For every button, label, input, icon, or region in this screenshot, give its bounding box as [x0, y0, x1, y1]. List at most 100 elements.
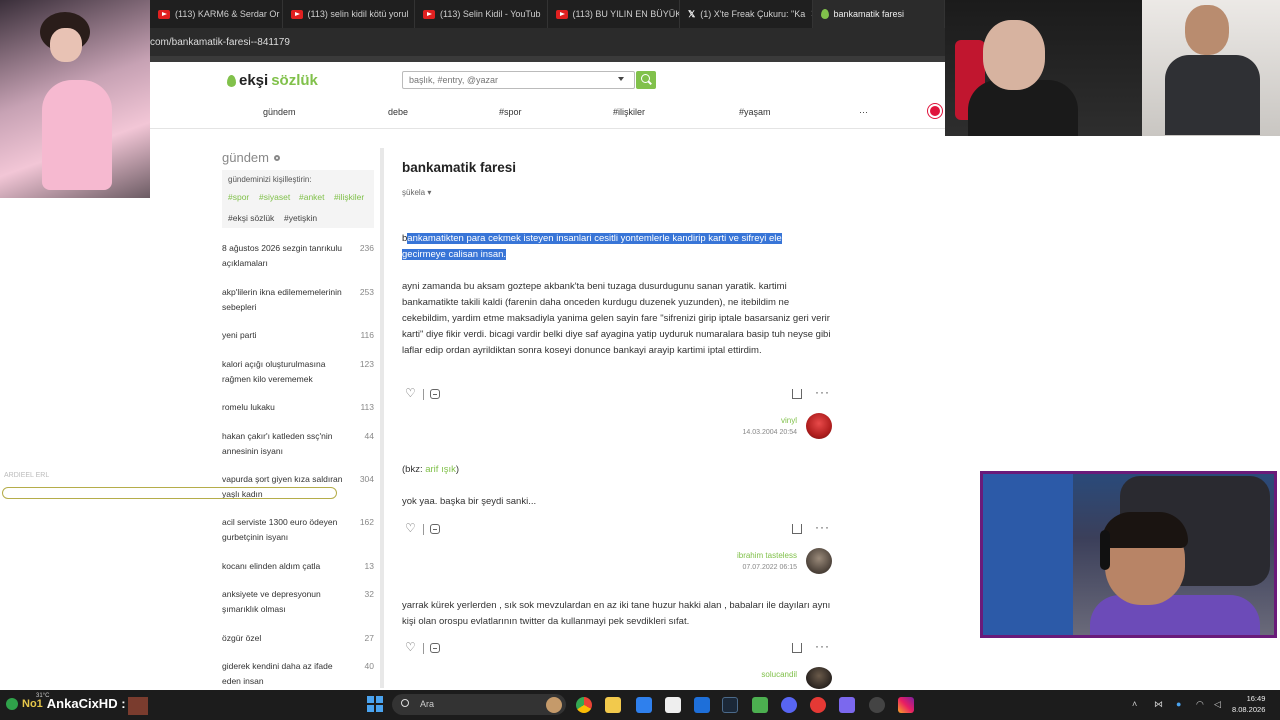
drop-icon — [227, 74, 236, 87]
share-icon[interactable] — [792, 643, 802, 653]
entry-date[interactable]: 14.03.2004 20:54 — [677, 429, 798, 436]
nav-spor[interactable]: #spor — [499, 107, 522, 117]
browser-tab[interactable]: (113) KARM6 & Serdar Or✕ — [150, 0, 283, 28]
dislike-icon[interactable] — [430, 524, 440, 534]
nav-iliskiler[interactable]: #ilişkiler — [613, 107, 645, 117]
obs-icon[interactable] — [869, 697, 885, 713]
entry-text: ayni zamanda bu aksam goztepe akbank'ta … — [402, 281, 831, 356]
webcam-person — [42, 80, 112, 190]
entry-actions — [405, 640, 440, 654]
steam-icon[interactable] — [722, 697, 738, 713]
windows-start-icon[interactable] — [367, 696, 383, 712]
nav-debe[interactable]: debe — [388, 107, 408, 117]
sidebar-topic[interactable]: acil serviste 1300 euro ödeyen gurbetçin… — [222, 515, 382, 545]
instagram-icon[interactable] — [898, 697, 914, 713]
heart-icon[interactable] — [405, 521, 417, 535]
sidebar-tag[interactable]: #anket — [299, 192, 325, 202]
bkz-link[interactable]: arif ışık — [425, 464, 456, 475]
dislike-icon[interactable] — [430, 389, 440, 399]
webcam-person — [983, 20, 1045, 90]
avatar[interactable] — [806, 548, 832, 574]
browser-tab[interactable]: (113) selin kidil kötü yorul✕ — [283, 0, 415, 28]
chrome-icon[interactable] — [576, 697, 592, 713]
file-explorer-icon[interactable] — [605, 697, 621, 713]
notepad-icon[interactable] — [665, 697, 681, 713]
sidebar-topic[interactable]: özgür özel 27 — [222, 631, 382, 646]
youtube-icon — [290, 9, 303, 19]
sidebar-tag[interactable]: #siyaset — [259, 192, 290, 202]
sidebar-topic[interactable]: akp'lilerin ikna edilememelerinin sebepl… — [222, 285, 382, 315]
teams-icon[interactable] — [839, 697, 855, 713]
youtube-icon — [158, 9, 170, 19]
app-icon[interactable] — [694, 697, 710, 713]
sidebar-topic[interactable]: anksiyete ve depresyonun şımarıklık olma… — [222, 587, 382, 617]
share-icon[interactable] — [792, 524, 802, 534]
store-icon[interactable] — [636, 697, 652, 713]
sidebar-tag[interactable]: #ilişkiler — [334, 192, 364, 202]
taskbar-search[interactable]: Ara — [392, 694, 566, 715]
heart-icon[interactable] — [405, 640, 417, 654]
share-icon[interactable] — [792, 389, 802, 399]
browser-tab-active[interactable]: bankamatik faresi — [812, 0, 945, 28]
nav-yasam[interactable]: #yaşam — [739, 107, 771, 117]
sidebar-topic[interactable]: romelu lukaku 113 — [222, 400, 382, 415]
microphone-icon[interactable]: ● — [1176, 699, 1181, 709]
avatar[interactable] — [806, 667, 832, 689]
entry-author[interactable]: solucandil — [677, 670, 797, 679]
sort-dropdown[interactable]: şükela ▾ — [402, 188, 431, 197]
network-icon[interactable]: ⋈ — [1154, 699, 1163, 710]
chevron-down-icon[interactable] — [618, 77, 624, 81]
avatar[interactable] — [806, 413, 832, 439]
dislike-icon[interactable] — [430, 643, 440, 653]
sidebar-tag[interactable]: #spor — [228, 192, 249, 202]
more-options-icon[interactable]: ··· — [815, 639, 830, 653]
sidebar-tag[interactable]: #yetişkin — [284, 213, 317, 223]
system-clock[interactable]: 16:49 8.08.2026 — [1232, 693, 1265, 715]
gear-icon[interactable] — [274, 155, 280, 161]
sidebar-topic[interactable]: hakan çakır'ı katleden ssç'nin annesinin… — [222, 429, 382, 459]
site-logo[interactable]: ekşi sözlük — [227, 72, 318, 89]
search-input[interactable] — [402, 71, 635, 89]
topic-title[interactable]: bankamatik faresi — [402, 160, 516, 175]
nav-gundem[interactable]: gündem — [263, 107, 296, 117]
more-options-icon[interactable]: ··· — [815, 385, 830, 399]
sidebar-topic[interactable]: yeni parti 116 — [222, 328, 382, 343]
xbox-icon[interactable] — [752, 697, 768, 713]
divider — [423, 642, 424, 654]
sidebar-topic[interactable]: kocanı elinden aldım çatla 13 — [222, 559, 382, 574]
taskbar-thumbnail[interactable] — [128, 697, 148, 715]
webcam-person — [50, 28, 82, 62]
browser-tab[interactable]: 𝕏(1) X'te Freak Çukuru: "Ka✕ — [680, 0, 813, 28]
sidebar-tag[interactable]: #ekşi sözlük — [228, 213, 274, 223]
divider — [150, 128, 945, 129]
entry-author[interactable]: ibrahim tasteless — [677, 551, 797, 560]
streamer-name-overlay: No1 AnkaCixHD : 31°C — [6, 693, 126, 711]
chevron-up-icon[interactable]: ˄ — [1132, 699, 1137, 709]
entry-text: yarrak kürek yerlerden , sık sok mevzula… — [402, 600, 831, 627]
record-indicator-icon — [928, 104, 942, 118]
sidebar-title[interactable]: gündem — [222, 150, 269, 165]
youtube-icon — [423, 9, 435, 19]
sidebar-topic[interactable]: kalori açığı oluşturulmasına rağmen kilo… — [222, 357, 382, 387]
media-icon[interactable] — [810, 697, 826, 713]
divider — [423, 523, 424, 535]
widget-icon[interactable] — [546, 697, 562, 713]
search-button[interactable] — [636, 71, 656, 89]
more-options-icon[interactable]: ··· — [815, 520, 830, 534]
entry-actions — [405, 386, 440, 400]
entry-date[interactable]: 07.07.2022 06:15 — [677, 564, 798, 571]
browser-tab[interactable]: (113) Selin Kidil - YouTub✕ — [415, 0, 548, 28]
volume-icon[interactable]: ◁ — [1214, 699, 1221, 710]
entry-author[interactable]: vinyl — [677, 416, 797, 425]
nav-more[interactable]: ··· — [859, 107, 868, 117]
discord-icon[interactable] — [781, 697, 797, 713]
stream-alert-bar — [2, 487, 337, 499]
heart-icon[interactable] — [405, 386, 417, 400]
tab-bar: (113) KARM6 & Serdar Or✕ (113) selin kid… — [150, 0, 945, 28]
selected-text: ankamatikten para cekmek isteyen insanla… — [402, 233, 782, 260]
address-bar[interactable]: com/bankamatik-faresi--841179 — [150, 28, 945, 56]
sidebar-topic[interactable]: giderek kendini daha az ifade eden insan… — [222, 659, 382, 689]
sidebar-topic[interactable]: 8 ağustos 2026 sezgin tanrıkulu açıklama… — [222, 241, 382, 271]
browser-tab[interactable]: (113) BU YILIN EN BÜYÜK✕ — [548, 0, 680, 28]
wifi-icon[interactable]: ◠ — [1196, 699, 1204, 710]
